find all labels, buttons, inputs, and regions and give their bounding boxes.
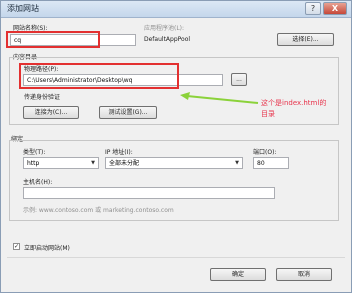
physical-path-highlight — [19, 63, 179, 89]
app-pool-label: 应用程序池(L): — [144, 25, 185, 32]
host-name-label: 主机名(H): — [23, 179, 53, 186]
chevron-down-icon: ▼ — [235, 160, 239, 166]
type-value: http — [27, 160, 40, 167]
host-name-input[interactable] — [23, 187, 275, 199]
browse-path-button[interactable]: ... — [231, 73, 247, 86]
type-select[interactable]: http ▼ — [23, 157, 99, 169]
app-pool-value: DefaultAppPool — [144, 36, 191, 43]
ok-button[interactable]: 确定 — [210, 268, 266, 281]
connect-as-button[interactable]: 连接为(C)... — [23, 106, 79, 119]
ip-address-value: 全部未分配 — [109, 160, 140, 167]
annotation-line-1: 这个是index.html的 — [261, 99, 327, 107]
chevron-down-icon: ▼ — [91, 160, 95, 166]
cancel-button[interactable]: 取消 — [276, 268, 332, 281]
annotation-arrow — [180, 92, 259, 104]
select-app-pool-button[interactable]: 选择(E)... — [277, 33, 334, 46]
host-name-example: 示例: www.contoso.com 或 marketing.contoso.… — [23, 207, 174, 214]
type-label: 类型(T): — [23, 149, 46, 156]
add-website-dialog: 添加网站 ? X 网站名称(S): cq 应用程序池(L): DefaultAp… — [0, 0, 352, 293]
test-settings-button[interactable]: 测试设置(G)... — [99, 106, 157, 119]
ip-address-select[interactable]: 全部未分配 ▼ — [105, 157, 243, 169]
annotation-note: 这个是index.html的 目录 — [261, 98, 326, 120]
site-name-highlight — [6, 31, 100, 48]
ip-address-label: IP 地址(I): — [105, 149, 133, 156]
footer-divider — [7, 257, 345, 258]
start-immediately-checkbox[interactable]: ✓ — [13, 243, 20, 250]
close-button[interactable]: X — [323, 2, 347, 15]
start-immediately-label: 立即启动网站(M) — [24, 245, 70, 252]
window-title: 添加网站 — [7, 4, 39, 13]
port-label: 端口(O): — [253, 149, 277, 156]
pass-through-label: 传递身份验证 — [24, 94, 61, 101]
help-button[interactable]: ? — [305, 2, 321, 15]
annotation-line-2: 目录 — [261, 110, 275, 118]
title-bar[interactable]: 添加网站 ? X — [1, 1, 351, 18]
port-input[interactable]: 80 — [253, 157, 289, 169]
